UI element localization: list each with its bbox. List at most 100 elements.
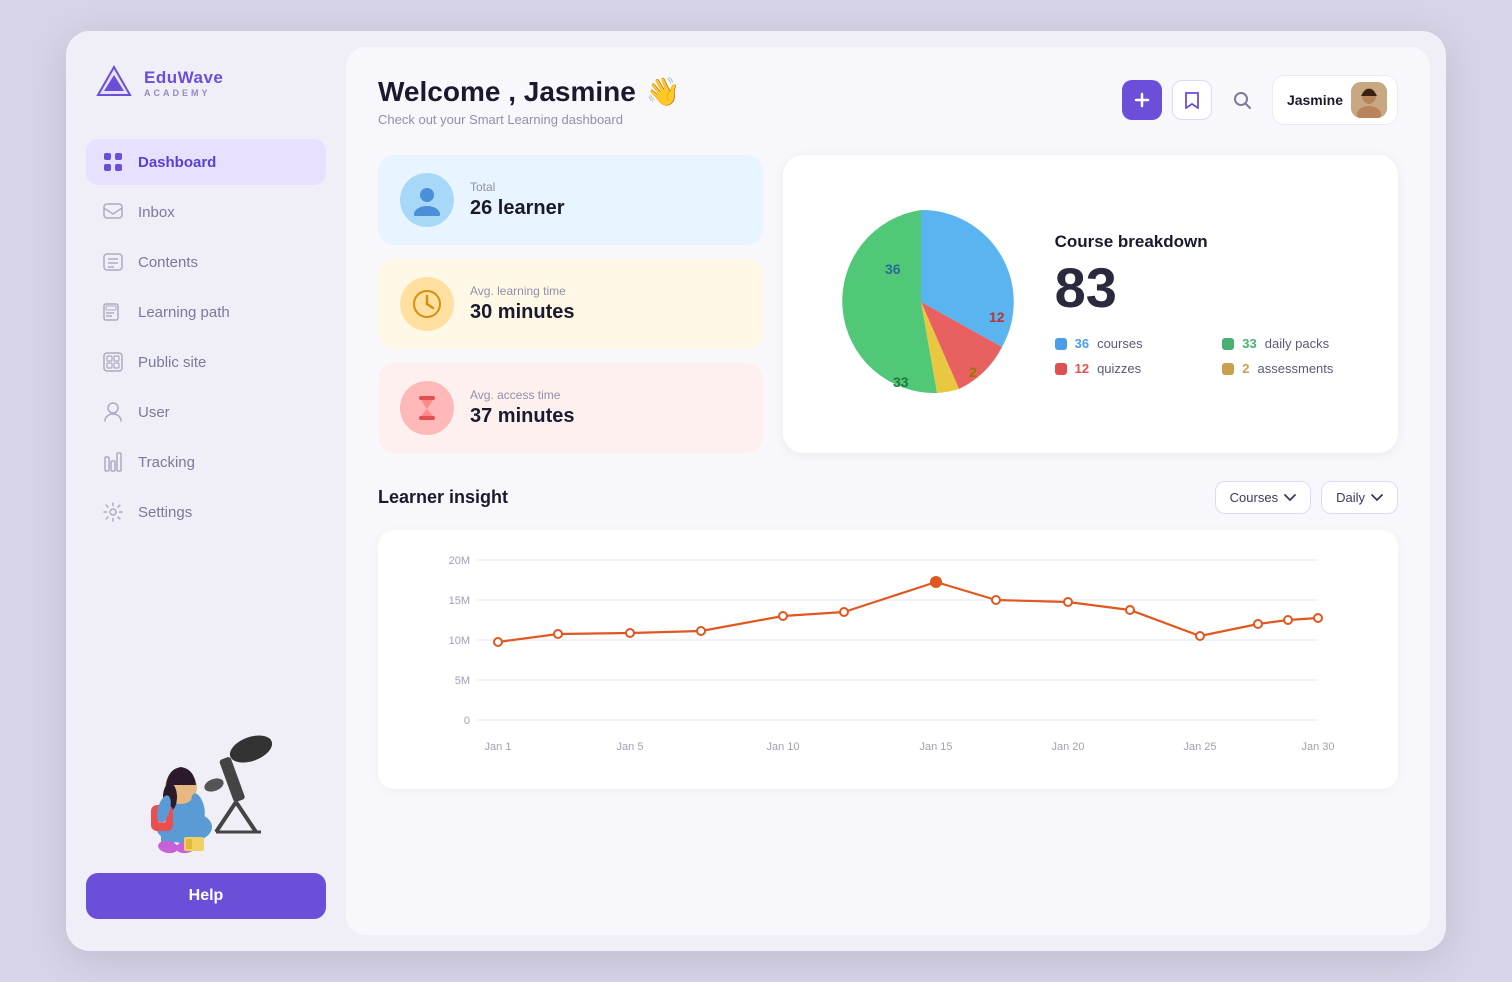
legend-label-courses: courses — [1097, 336, 1143, 351]
sidebar-item-public-site[interactable]: Public site — [86, 339, 326, 385]
inbox-label: Inbox — [138, 204, 175, 221]
line-chart-svg: 20M 15M 10M 5M 0 Jan 1 Jan 5 Jan 10 Jan … — [402, 550, 1374, 770]
breakdown-info: Course breakdown 83 36 courses 33 daily … — [1055, 232, 1370, 376]
stat-info-learning-time: Avg. learning time 30 minutes — [470, 284, 574, 324]
breakdown-card: 36 12 2 33 Course breakdown 83 36 course… — [783, 155, 1398, 453]
data-point-peak — [931, 577, 941, 587]
svg-text:15M: 15M — [449, 595, 470, 607]
app-container: EduWave ACADEMY Dashboard — [66, 31, 1446, 951]
logo-icon — [94, 63, 134, 103]
svg-text:33: 33 — [893, 374, 909, 390]
clock-icon — [411, 288, 443, 320]
stat-value-access-time: 37 minutes — [470, 405, 574, 428]
breakdown-title: Course breakdown — [1055, 232, 1370, 252]
svg-text:2: 2 — [969, 364, 977, 380]
contents-icon — [102, 251, 124, 273]
stat-label-learning-time: Avg. learning time — [470, 284, 574, 298]
svg-text:Jan 10: Jan 10 — [766, 741, 799, 753]
legend-count-courses: 36 — [1075, 336, 1089, 351]
svg-text:10M: 10M — [449, 635, 470, 647]
svg-text:Jan 5: Jan 5 — [617, 741, 644, 753]
courses-filter[interactable]: Courses — [1215, 481, 1311, 514]
contents-label: Contents — [138, 254, 198, 271]
daily-filter-label: Daily — [1336, 490, 1365, 505]
search-icon — [1233, 91, 1251, 109]
stat-info-access-time: Avg. access time 37 minutes — [470, 388, 574, 428]
learner-icon-wrap — [400, 173, 454, 227]
wave-emoji: 👋 — [646, 75, 681, 108]
illustration-svg — [96, 697, 316, 857]
header: Welcome , Jasmine 👋 Check out your Smart… — [378, 75, 1398, 127]
user-label: User — [138, 404, 170, 421]
data-point — [1064, 598, 1072, 606]
daily-filter[interactable]: Daily — [1321, 481, 1398, 514]
nav-menu: Dashboard Inbox — [86, 139, 326, 677]
courses-filter-label: Courses — [1230, 490, 1278, 505]
sidebar-item-user[interactable]: User — [86, 389, 326, 435]
sidebar-illustration — [86, 697, 326, 857]
data-point — [697, 627, 705, 635]
legend-count-assessments: 2 — [1242, 361, 1249, 376]
sidebar-item-tracking[interactable]: Tracking — [86, 439, 326, 485]
stat-value-learners: 26 learner — [470, 197, 565, 220]
stats-row: Total 26 learner Avg. learning time — [378, 155, 1398, 453]
dashboard-icon — [102, 151, 124, 173]
settings-label: Settings — [138, 504, 192, 521]
sidebar-item-inbox[interactable]: Inbox — [86, 189, 326, 235]
welcome-title: Welcome , Jasmine 👋 — [378, 75, 681, 108]
sidebar-item-contents[interactable]: Contents — [86, 239, 326, 285]
legend-dot-quizzes — [1055, 363, 1067, 375]
svg-text:12: 12 — [989, 309, 1005, 325]
data-point — [554, 630, 562, 638]
help-button[interactable]: Help — [86, 873, 326, 919]
access-time-icon-wrap — [400, 381, 454, 435]
logo: EduWave ACADEMY — [86, 63, 326, 103]
logo-name: EduWave — [144, 68, 223, 88]
legend-assessments: 2 assessments — [1222, 361, 1370, 376]
svg-text:36: 36 — [885, 261, 901, 277]
sidebar: EduWave ACADEMY Dashboard — [66, 31, 346, 951]
bookmark-button[interactable] — [1172, 80, 1212, 120]
legend-dot-daily-packs — [1222, 338, 1234, 350]
legend-label-quizzes: quizzes — [1097, 361, 1141, 376]
chart-area: 20M 15M 10M 5M 0 Jan 1 Jan 5 Jan 10 Jan … — [378, 530, 1398, 789]
svg-text:Jan 30: Jan 30 — [1301, 741, 1334, 753]
user-icon — [102, 401, 124, 423]
public-site-label: Public site — [138, 354, 206, 371]
data-point — [779, 612, 787, 620]
data-point — [494, 638, 502, 646]
stat-cards: Total 26 learner Avg. learning time — [378, 155, 763, 453]
insight-filters: Courses Daily — [1215, 481, 1398, 514]
logo-subtitle: ACADEMY — [144, 88, 223, 98]
search-button[interactable] — [1222, 80, 1262, 120]
chevron-down-icon-2 — [1371, 494, 1383, 502]
avatar — [1351, 82, 1387, 118]
dashboard-label: Dashboard — [138, 154, 216, 171]
svg-text:5M: 5M — [455, 675, 470, 687]
add-button[interactable] — [1122, 80, 1162, 120]
sidebar-item-learning-path[interactable]: Learning path — [86, 289, 326, 335]
breakdown-total: 83 — [1055, 260, 1370, 316]
user-chip: Jasmine — [1272, 75, 1398, 125]
plus-icon — [1134, 92, 1150, 108]
legend-courses: 36 courses — [1055, 336, 1203, 351]
hourglass-icon — [411, 392, 443, 424]
data-point — [626, 629, 634, 637]
data-point — [1314, 614, 1322, 622]
legend-count-daily-packs: 33 — [1242, 336, 1256, 351]
data-point — [1254, 620, 1262, 628]
tracking-label: Tracking — [138, 454, 195, 471]
svg-text:20M: 20M — [449, 555, 470, 567]
sidebar-item-dashboard[interactable]: Dashboard — [86, 139, 326, 185]
main-content: Welcome , Jasmine 👋 Check out your Smart… — [346, 47, 1430, 935]
sidebar-item-settings[interactable]: Settings — [86, 489, 326, 535]
settings-icon — [102, 501, 124, 523]
legend-quizzes: 12 quizzes — [1055, 361, 1203, 376]
welcome-subtitle: Check out your Smart Learning dashboard — [378, 112, 681, 127]
legend-count-quizzes: 12 — [1075, 361, 1089, 376]
legend-label-assessments: assessments — [1258, 361, 1334, 376]
data-point — [1284, 616, 1292, 624]
stat-value-learning-time: 30 minutes — [470, 301, 574, 324]
stat-info-learners: Total 26 learner — [470, 180, 565, 220]
bookmark-icon — [1184, 91, 1200, 109]
